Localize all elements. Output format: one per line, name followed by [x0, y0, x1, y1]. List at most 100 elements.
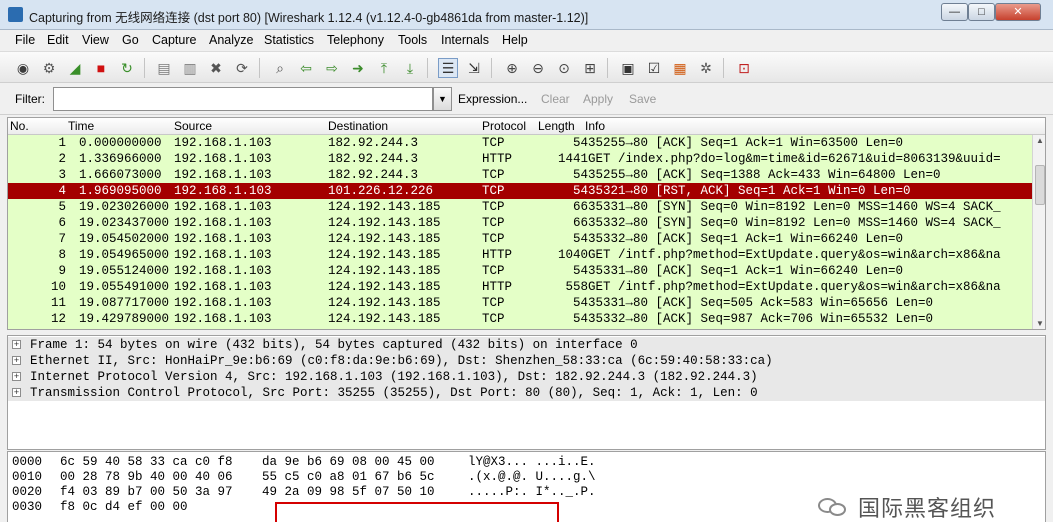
table-row[interactable]: 10 19.055491000 192.168.1.103 124.192.143.1… — [8, 279, 1032, 295]
column-header-destination[interactable]: Destination — [328, 119, 388, 133]
table-row[interactable]: 11 19.087717000 192.168.1.103 124.192.143.1… — [8, 295, 1032, 311]
cell-length: 54 — [572, 232, 588, 246]
column-header-time[interactable]: Time — [68, 119, 94, 133]
save-file-button[interactable]: ▥ — [180, 58, 200, 78]
cell-protocol: TCP — [482, 184, 505, 198]
save-filter-button[interactable]: Save — [629, 92, 656, 106]
detail-row-frame[interactable]: + Frame 1: 54 bytes on wire (432 bits), … — [8, 337, 1045, 353]
apply-button[interactable]: Apply — [583, 92, 613, 106]
table-row[interactable]: 6 19.023437000 192.168.1.103 124.192.143.18… — [8, 215, 1032, 231]
menu-view[interactable]: View — [82, 33, 109, 47]
expand-icon[interactable]: + — [12, 388, 21, 397]
column-header-protocol[interactable]: Protocol — [482, 119, 526, 133]
cell-no: 6 — [58, 216, 66, 230]
clear-button[interactable]: Clear — [541, 92, 570, 106]
menu-go[interactable]: Go — [122, 33, 139, 47]
packet-list[interactable]: No. Time Source Destination Protocol Len… — [7, 117, 1046, 330]
cell-protocol: TCP — [482, 312, 505, 326]
help-button[interactable]: ⊡ — [734, 58, 754, 78]
table-row-selected[interactable]: 4 1.969095000 192.168.1.103 101.226.12.226 T… — [8, 183, 1032, 199]
close-file-button[interactable]: ✖ — [206, 58, 226, 78]
preferences-icon: ✲ — [700, 60, 712, 76]
scrollbar-thumb[interactable] — [1035, 165, 1045, 205]
detail-row-ip[interactable]: + Internet Protocol Version 4, Src: 192.… — [8, 369, 1045, 385]
display-filters-button[interactable]: ☑ — [644, 58, 664, 78]
detail-text: Ethernet II, Src: HonHaiPr_9e:b6:69 (c0:… — [30, 354, 773, 368]
cell-info: 35332→80 [ACK] Seq=1 Ack=1 Win=66240 Len… — [588, 232, 904, 246]
scroll-up-icon[interactable]: ▲ — [1034, 135, 1045, 147]
menu-internals[interactable]: Internals — [441, 33, 489, 47]
table-row[interactable]: 5 19.023026000 192.168.1.103 124.192.143.18… — [8, 199, 1032, 215]
table-row[interactable]: 8 19.054965000 192.168.1.103 124.192.143.18… — [8, 247, 1032, 263]
expand-icon[interactable]: + — [12, 372, 21, 381]
byte-offset: 0000 — [12, 455, 43, 469]
go-first-button[interactable]: ⤒ — [374, 58, 394, 78]
options-button[interactable]: ⚙ — [39, 58, 59, 78]
menu-statistics[interactable]: Statistics — [264, 33, 314, 47]
menu-tools[interactable]: Tools — [398, 33, 427, 47]
watermark-text: 国际黑客组织 — [858, 497, 997, 522]
detail-row-tcp[interactable]: + Transmission Control Protocol, Src Por… — [8, 385, 1045, 401]
menu-capture[interactable]: Capture — [152, 33, 196, 47]
column-header-info[interactable]: Info — [585, 119, 605, 133]
table-row[interactable]: 1 0.000000000 192.168.1.103 182.92.244.3 TCP… — [8, 135, 1032, 151]
column-header-source[interactable]: Source — [174, 119, 212, 133]
find-packet-button[interactable]: ⌕ — [270, 58, 290, 78]
cell-source: 192.168.1.103 — [174, 232, 272, 246]
filter-input[interactable] — [53, 87, 433, 111]
save-file-icon: ▥ — [183, 60, 197, 76]
go-to-packet-button[interactable]: ➜ — [348, 58, 368, 78]
colorize-button[interactable]: ☰ — [438, 58, 458, 78]
coloring-rules-button[interactable]: ▦ — [670, 58, 690, 78]
go-back-icon: ⇦ — [300, 60, 312, 76]
filter-dropdown-button[interactable]: ▼ — [433, 87, 452, 111]
zoom-normal-button[interactable]: ⊙ — [554, 58, 574, 78]
options-icon: ⚙ — [42, 60, 56, 76]
zoom-out-button[interactable]: ⊖ — [528, 58, 548, 78]
detail-text: Internet Protocol Version 4, Src: 192.16… — [30, 370, 758, 384]
table-row[interactable]: 2 1.336966000 192.168.1.103 182.92.244.3 HTT… — [8, 151, 1032, 167]
cell-destination: 124.192.143.185 — [328, 312, 441, 326]
go-last-button[interactable]: ⤓ — [400, 58, 420, 78]
open-file-button[interactable]: ▤ — [154, 58, 174, 78]
close-button[interactable]: ✕ — [995, 3, 1041, 21]
cell-source: 192.168.1.103 — [174, 168, 272, 182]
table-row[interactable]: 3 1.666073000 192.168.1.103 182.92.244.3 TCP… — [8, 167, 1032, 183]
reload-button[interactable]: ⟳ — [232, 58, 252, 78]
expression-button[interactable]: Expression... — [458, 92, 527, 106]
byte-hex: 00 28 78 9b 40 00 40 06 — [60, 470, 233, 484]
table-row[interactable] — [8, 327, 1032, 329]
detail-row-ethernet[interactable]: + Ethernet II, Src: HonHaiPr_9e:b6:69 (c… — [8, 353, 1045, 369]
restart-capture-button[interactable]: ↻ — [117, 58, 137, 78]
menu-analyze[interactable]: Analyze — [209, 33, 253, 47]
menu-help[interactable]: Help — [502, 33, 528, 47]
resize-columns-button[interactable]: ⊞ — [580, 58, 600, 78]
minimize-button[interactable]: — — [941, 3, 968, 21]
auto-scroll-button[interactable]: ⇲ — [464, 58, 484, 78]
column-header-no[interactable]: No. — [10, 119, 29, 133]
menu-edit[interactable]: Edit — [47, 33, 69, 47]
menu-telephony[interactable]: Telephony — [327, 33, 384, 47]
interfaces-button[interactable]: ◉ — [13, 58, 33, 78]
maximize-button[interactable]: □ — [968, 3, 995, 21]
table-row[interactable]: 12 19.429789000 192.168.1.103 124.192.143.1… — [8, 311, 1032, 327]
start-capture-button[interactable]: ◢ — [65, 58, 85, 78]
cell-source: 192.168.1.103 — [174, 264, 272, 278]
table-row[interactable]: 9 19.055124000 192.168.1.103 124.192.143.18… — [8, 263, 1032, 279]
capture-filters-button[interactable]: ▣ — [618, 58, 638, 78]
go-forward-button[interactable]: ⇨ — [322, 58, 342, 78]
cell-time: 19.054502000 — [79, 232, 170, 246]
cell-no: 9 — [58, 264, 66, 278]
expand-icon[interactable]: + — [12, 340, 21, 349]
expand-icon[interactable]: + — [12, 356, 21, 365]
stop-capture-button[interactable]: ■ — [91, 58, 111, 78]
column-header-length[interactable]: Length — [538, 119, 575, 133]
zoom-in-button[interactable]: ⊕ — [502, 58, 522, 78]
packet-list-scrollbar[interactable]: ▲ ▼ — [1032, 135, 1045, 329]
table-row[interactable]: 7 19.054502000 192.168.1.103 124.192.143.18… — [8, 231, 1032, 247]
preferences-button[interactable]: ✲ — [696, 58, 716, 78]
go-back-button[interactable]: ⇦ — [296, 58, 316, 78]
scroll-down-icon[interactable]: ▼ — [1034, 318, 1045, 329]
menu-file[interactable]: File — [15, 33, 35, 47]
packet-details[interactable]: + Frame 1: 54 bytes on wire (432 bits), … — [7, 335, 1046, 450]
